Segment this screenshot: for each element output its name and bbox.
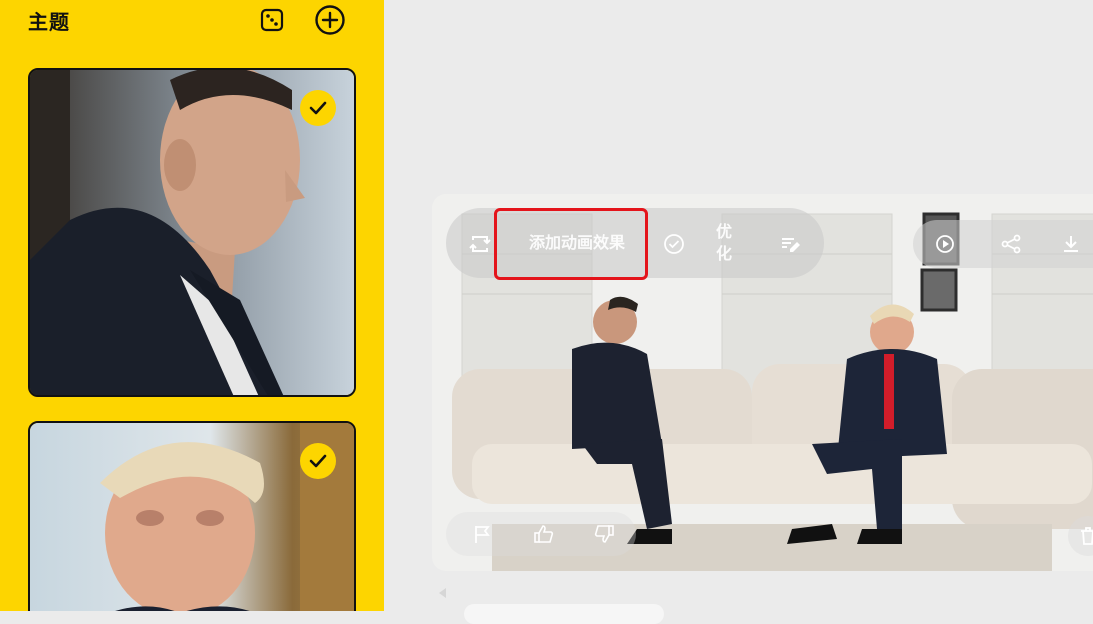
optimize-label: 优化 — [715, 222, 732, 263]
collapse-arrow-icon[interactable] — [436, 586, 450, 600]
feedback-toolbar — [446, 512, 636, 556]
dislike-button[interactable] — [592, 522, 616, 546]
video-icon — [936, 235, 954, 253]
trash-icon — [1081, 527, 1093, 545]
random-dice-button[interactable] — [256, 4, 288, 36]
add-subject-button[interactable] — [314, 4, 346, 36]
next-result-preview — [464, 604, 664, 624]
thumbs-up-icon — [534, 525, 554, 543]
subject-card-2[interactable] — [28, 421, 356, 611]
check-icon — [309, 101, 327, 115]
download-icon — [1064, 236, 1078, 252]
thumbs-down-icon — [594, 525, 614, 543]
loop-icon — [469, 236, 491, 252]
confirm-button[interactable] — [660, 230, 688, 258]
share-toolbar — [913, 220, 1093, 268]
flag-icon — [475, 526, 490, 543]
generated-image-card[interactable]: 添加动画效果 优化 — [432, 194, 1093, 571]
add-animation-label: 添加动画效果 — [528, 233, 625, 252]
edit-button[interactable] — [776, 230, 804, 258]
like-button[interactable] — [532, 522, 556, 546]
sidebar-title: 主题 — [28, 10, 70, 34]
sidebar-header: 主题 — [0, 0, 384, 40]
selected-check-badge — [300, 90, 336, 126]
dice-icon — [260, 8, 284, 32]
add-circle-icon — [315, 5, 345, 35]
subject-card-1[interactable] — [28, 68, 356, 397]
download-button[interactable] — [1059, 232, 1083, 256]
video-button[interactable] — [933, 232, 957, 256]
optimize-button[interactable]: 优化 — [704, 218, 744, 268]
selected-check-badge — [300, 443, 336, 479]
edit-icon — [782, 238, 800, 252]
check-circle-icon — [664, 234, 684, 254]
loop-button[interactable] — [466, 230, 494, 258]
main-canvas: 添加动画效果 优化 — [384, 0, 1093, 624]
subject-sidebar: 主题 — [0, 0, 384, 611]
share-icon — [1001, 234, 1021, 254]
image-action-toolbar: 添加动画效果 优化 — [446, 208, 824, 278]
check-icon — [309, 454, 327, 468]
share-button[interactable] — [999, 232, 1023, 256]
report-button[interactable] — [470, 522, 494, 546]
add-animation-button[interactable]: 添加动画效果 — [512, 218, 642, 268]
